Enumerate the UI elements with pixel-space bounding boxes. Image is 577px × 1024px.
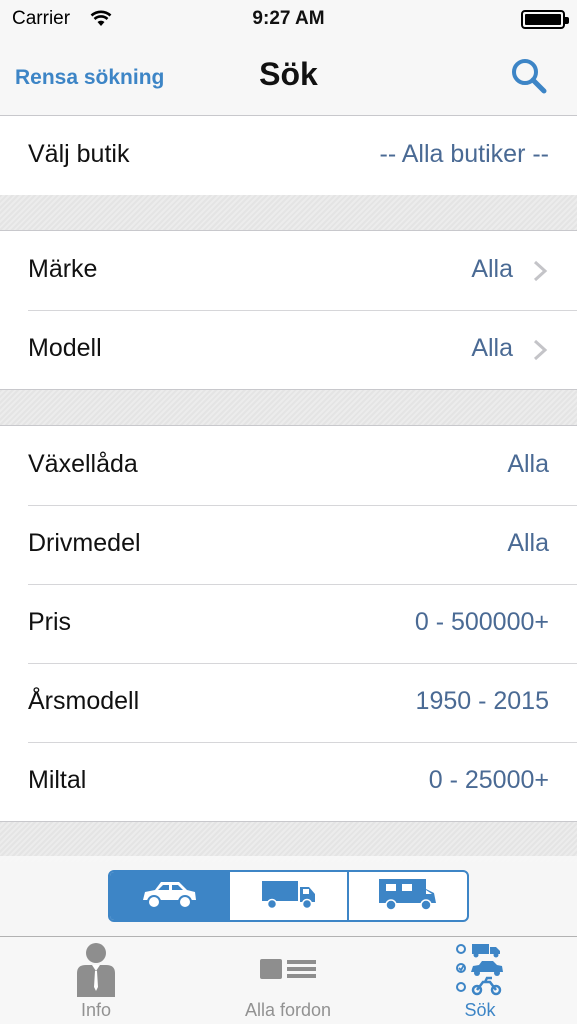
- row-value: -- Alla butiker --: [379, 140, 549, 168]
- row-mileage[interactable]: Miltal 0 - 25000+: [0, 742, 577, 821]
- clock: 9:27 AM: [252, 8, 325, 29]
- row-price[interactable]: Pris 0 - 500000+: [0, 584, 577, 663]
- status-bar: Carrier 9:27 AM: [0, 0, 577, 38]
- vehicle-type-segmented-control: [108, 870, 469, 922]
- row-store[interactable]: Välj butik -- Alla butiker --: [0, 116, 577, 195]
- row-label: Växellåda: [28, 450, 138, 478]
- tab-bar: Info Alla fordon Sök: [0, 936, 577, 1024]
- row-label: Välj butik: [28, 140, 130, 168]
- tab-info[interactable]: Info: [0, 937, 192, 1024]
- tab-all-vehicles[interactable]: Alla fordon: [192, 937, 384, 1024]
- row-model[interactable]: Modell Alla: [0, 310, 577, 389]
- row-value: 1950 - 2015: [415, 687, 549, 715]
- tab-search[interactable]: Sök: [384, 937, 576, 1024]
- segment-car[interactable]: [110, 872, 228, 920]
- brand-model-section: Märke Alla Modell Alla: [0, 230, 577, 390]
- row-label: Årsmodell: [28, 687, 140, 715]
- navigation-bar: Rensa sökning Sök: [0, 38, 577, 116]
- row-value: Alla: [507, 450, 549, 478]
- row-value: 0 - 500000+: [414, 608, 549, 636]
- store-section: Välj butik -- Alla butiker --: [0, 115, 577, 196]
- camper-icon: [376, 875, 440, 918]
- row-gearbox[interactable]: Växellåda Alla: [0, 426, 577, 505]
- row-value: Alla: [471, 255, 513, 283]
- search-icon[interactable]: [509, 56, 549, 96]
- row-label: Märke: [28, 255, 98, 283]
- row-label: Modell: [28, 334, 102, 362]
- section-gap: [0, 390, 577, 426]
- page-title: Sök: [259, 56, 318, 92]
- car-icon: [139, 876, 199, 917]
- row-value: 0 - 25000+: [428, 766, 549, 794]
- list-icon: [260, 957, 316, 986]
- filters-section: Växellåda Alla Drivmedel Alla Pris 0 - 5…: [0, 425, 577, 822]
- segment-truck[interactable]: [227, 872, 348, 920]
- row-fuel[interactable]: Drivmedel Alla: [0, 505, 577, 584]
- chevron-right-icon: [531, 260, 549, 282]
- section-gap: [0, 195, 577, 231]
- person-icon: [74, 941, 118, 1002]
- row-label: Pris: [28, 608, 72, 636]
- battery-icon: [521, 10, 569, 29]
- row-label: Drivmedel: [28, 529, 141, 557]
- tab-label: Info: [80, 1000, 112, 1020]
- tab-label: Alla fordon: [244, 1000, 332, 1020]
- vehicle-type-bar: [0, 856, 577, 936]
- row-label: Miltal: [28, 766, 87, 794]
- row-value: Alla: [507, 529, 549, 557]
- search-vehicles-icon: [456, 942, 504, 1001]
- row-brand[interactable]: Märke Alla: [0, 231, 577, 310]
- row-value: Alla: [471, 334, 513, 362]
- segment-camper[interactable]: [347, 872, 467, 920]
- chevron-right-icon: [531, 339, 549, 361]
- truck-icon: [259, 876, 319, 917]
- row-model-year[interactable]: Årsmodell 1950 - 2015: [0, 663, 577, 742]
- tab-label: Sök: [464, 1000, 496, 1020]
